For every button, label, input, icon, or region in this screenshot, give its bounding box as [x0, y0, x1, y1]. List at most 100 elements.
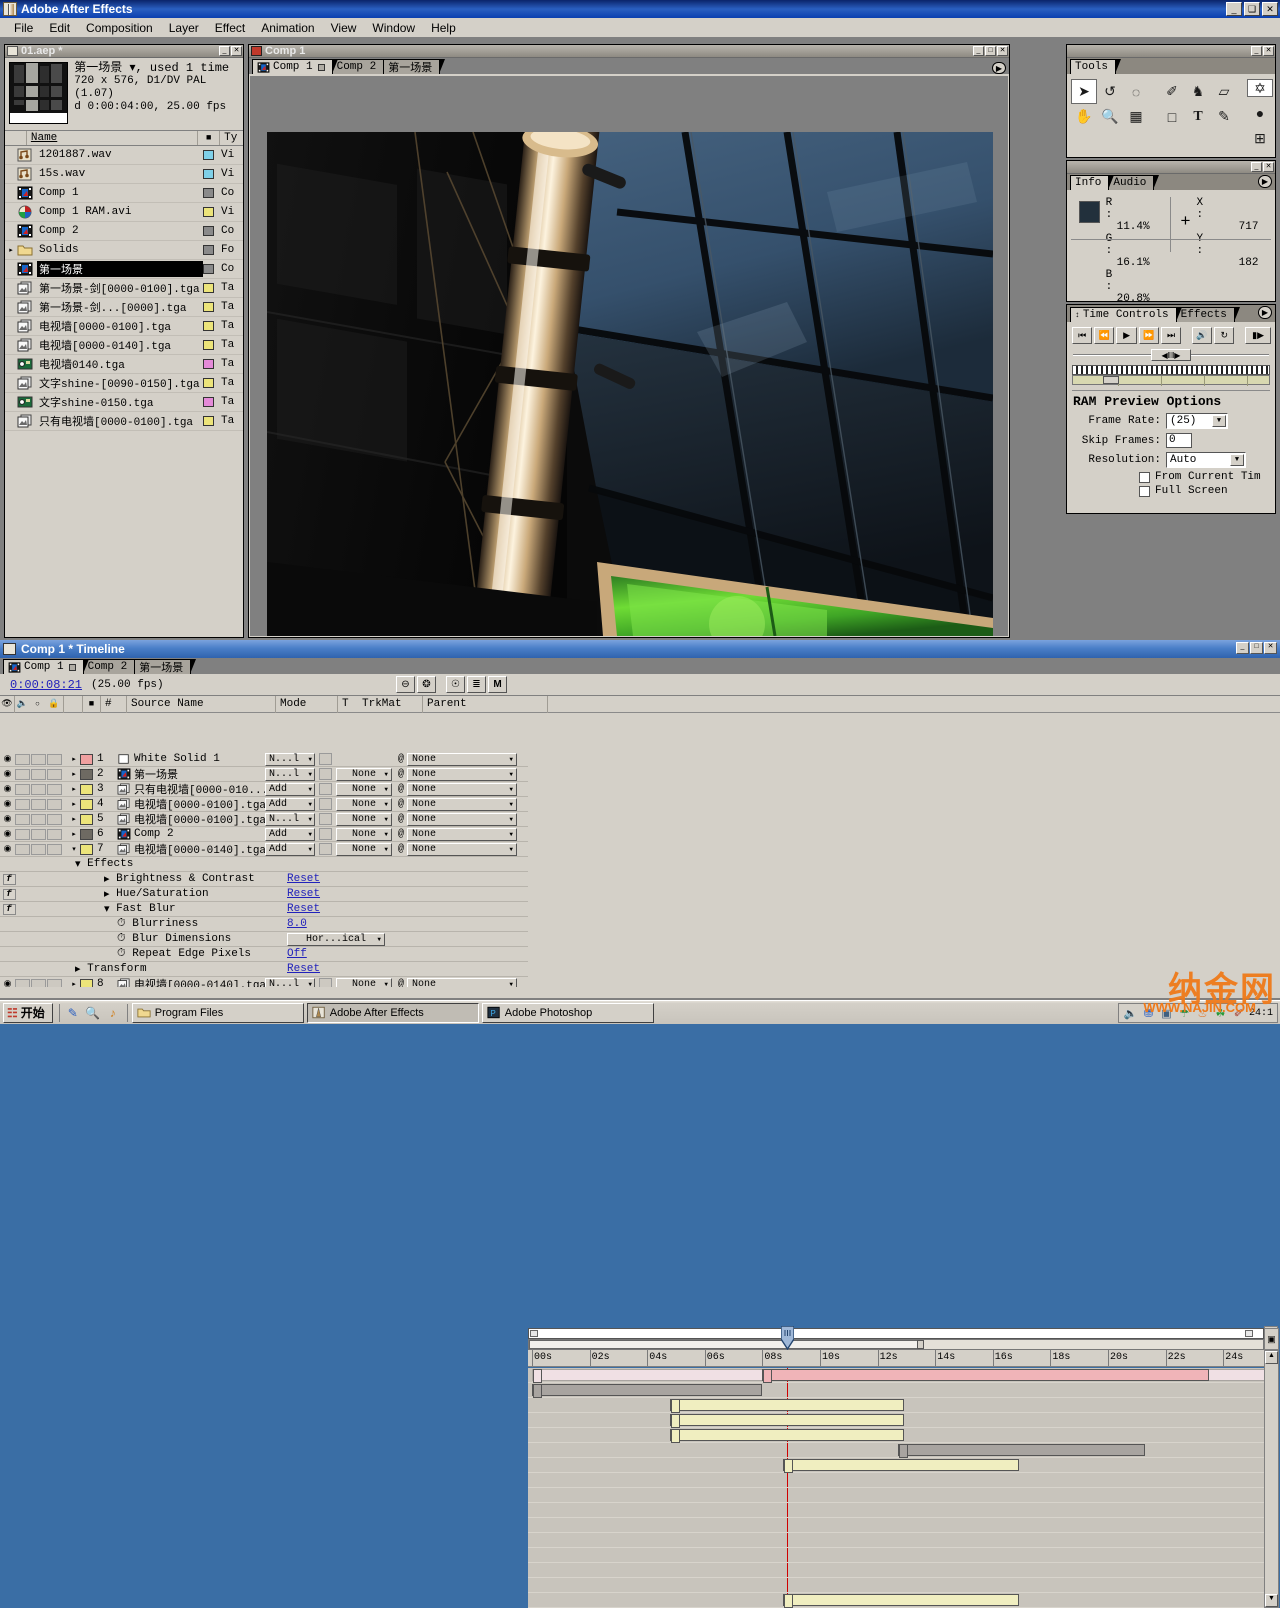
layer-label-color[interactable]: [80, 828, 93, 840]
transform-group-row[interactable]: ▸ Transform Reset: [0, 962, 528, 977]
lock-toggle-cell[interactable]: [47, 828, 62, 840]
mode-dropdown[interactable]: N...l ▼: [265, 977, 315, 987]
t-toggle-cell[interactable]: [319, 783, 332, 795]
lock-toggle-cell[interactable]: [47, 783, 62, 795]
timeline-vertical-scrollbar[interactable]: ▲ ▼: [1264, 1350, 1279, 1608]
t-toggle-cell[interactable]: [319, 753, 332, 765]
info-panel-menu-arrow[interactable]: ▶: [1258, 175, 1272, 188]
timeline-layer-row[interactable]: ◉ ▾ 7 电视墙[0000-0140].tga Add ▼ None ▼ @ None ▼: [0, 842, 528, 857]
timeline-minimize-button[interactable]: _: [1236, 642, 1249, 654]
project-list-item[interactable]: 第一场景-剑[0000-0100].tga Ta: [5, 279, 243, 298]
selection-tool[interactable]: ➤: [1071, 79, 1097, 104]
ellipse-mask-tool[interactable]: ●: [1247, 104, 1273, 122]
current-time-indicator[interactable]: [779, 1325, 795, 1351]
label-color-swatch[interactable]: [203, 321, 214, 331]
mode-dropdown[interactable]: N...l ▼: [265, 767, 315, 781]
disclosure-triangle-icon[interactable]: ▸: [68, 755, 80, 764]
full-screen-row[interactable]: Full Screen: [1067, 484, 1275, 498]
audio-toggle-cell[interactable]: [15, 768, 30, 780]
orbit-camera-tool[interactable]: ◌: [1123, 79, 1149, 104]
timeline-close-button[interactable]: ✕: [1264, 642, 1277, 654]
timeline-tab-bar[interactable]: Comp 1 Comp 2 第一场景: [0, 658, 1280, 675]
layer-bar[interactable]: [897, 1444, 1146, 1458]
project-list-item[interactable]: 电视墙[0000-0100].tga Ta: [5, 317, 243, 336]
parent-dropdown[interactable]: None ▼: [407, 827, 518, 841]
tab-comp-comp-1[interactable]: Comp 1: [252, 59, 338, 74]
rectangle-mask-tool[interactable]: □: [1159, 104, 1185, 129]
chevron-down-icon[interactable]: ▼: [509, 801, 513, 808]
layer-bar[interactable]: [670, 1429, 904, 1443]
taskbar-task[interactable]: Adobe After Effects: [306, 1002, 479, 1023]
zoom-tool[interactable]: 🔍: [1097, 104, 1123, 129]
visibility-eye-icon[interactable]: ◉: [0, 814, 15, 824]
parent-dropdown[interactable]: None ▼: [407, 797, 518, 811]
project-list-item[interactable]: 文字shine-[0090-0150].tga Ta: [5, 374, 243, 393]
hand-tool[interactable]: ✋: [1071, 104, 1097, 129]
layer-bar[interactable]: [532, 1384, 763, 1398]
type-tool[interactable]: T: [1185, 104, 1211, 129]
info-close-button[interactable]: ✕: [1263, 162, 1274, 172]
layer-source-name[interactable]: Comp 2: [117, 828, 265, 840]
frame-rate-select[interactable]: (25) ▼: [1166, 413, 1228, 429]
layer-label-color[interactable]: [80, 978, 93, 987]
label-color-swatch[interactable]: [203, 378, 214, 388]
col-lock-toggle[interactable]: 🔒: [45, 695, 64, 713]
menu-help[interactable]: Help: [423, 19, 464, 37]
loop-button[interactable]: ↻: [1214, 327, 1235, 344]
parent-dropdown[interactable]: None ▼: [407, 767, 518, 781]
layer-source-name[interactable]: 电视墙[0000-0140].tga: [117, 976, 265, 987]
disclosure-triangle-icon[interactable]: ▸: [68, 980, 80, 988]
stopwatch-icon[interactable]: ⏱: [117, 918, 126, 930]
previous-frame-button[interactable]: ⏪: [1094, 327, 1115, 344]
label-color-swatch[interactable]: [203, 359, 214, 369]
mode-dropdown[interactable]: Add ▼: [265, 842, 315, 856]
parent-dropdown[interactable]: None ▼: [407, 977, 518, 988]
layer-label-color[interactable]: [80, 798, 93, 810]
media-player-icon[interactable]: ♪: [103, 1003, 123, 1023]
layer-source-name[interactable]: 电视墙[0000-0100].tga: [117, 811, 265, 827]
chevron-down-icon[interactable]: ▼: [308, 756, 312, 763]
col-parent[interactable]: Parent: [423, 695, 548, 713]
t-toggle-cell[interactable]: [319, 813, 332, 825]
menu-effect[interactable]: Effect: [207, 19, 253, 37]
disclosure-triangle-icon[interactable]: ▸: [68, 785, 80, 794]
menu-composition[interactable]: Composition: [78, 19, 161, 37]
effect-property-row[interactable]: f ▸ Brightness & Contrast Reset: [0, 872, 528, 887]
label-color-swatch[interactable]: [203, 169, 214, 179]
stopwatch-icon[interactable]: ⏱: [117, 948, 126, 960]
comp-minimize-button[interactable]: _: [973, 46, 984, 56]
chevron-down-icon[interactable]: ▼: [509, 816, 513, 823]
timeline-toolbar[interactable]: ⊖ ❂ ☉ ≣ M: [396, 676, 509, 693]
layer-bar[interactable]: [782, 1459, 1019, 1473]
scroll-up-button[interactable]: ▲: [1265, 1351, 1278, 1364]
timeline-ruler[interactable]: 00s 02s 04s 06s 08s 10s 12s 14s 16s 18s 20s 22s 24s: [528, 1349, 1264, 1367]
solo-toggle-cell[interactable]: [31, 798, 46, 810]
disclosure-triangle-icon[interactable]: ▸: [68, 830, 80, 839]
audio-toggle-button[interactable]: 🔊: [1191, 327, 1213, 344]
last-frame-button[interactable]: ⏭: [1160, 327, 1182, 344]
trkmat-dropdown[interactable]: None ▼: [336, 812, 392, 826]
project-file-list[interactable]: 1201887.wav Vi 15s.wav Vi Comp 1 Co Comp 1 RAM…: [5, 146, 243, 614]
stopwatch-icon[interactable]: ⏱: [117, 933, 126, 945]
project-list-item[interactable]: 第一场景 Co: [5, 260, 243, 279]
parent-pickwhip-icon[interactable]: @: [398, 754, 404, 765]
parent-pickwhip-icon[interactable]: @: [398, 844, 404, 855]
chevron-down-icon[interactable]: ▼: [308, 816, 312, 823]
time-controls-tab-bar[interactable]: ↕ Time Controls Effects ▶: [1067, 305, 1275, 322]
layer-label-color[interactable]: [80, 843, 93, 855]
chevron-down-icon[interactable]: ▼: [1230, 454, 1244, 466]
close-button[interactable]: ✕: [1262, 2, 1278, 16]
chevron-down-icon[interactable]: ▼: [509, 981, 513, 988]
taskbar-task-list[interactable]: Program Files Adobe After Effects P Adobe P…: [131, 1002, 657, 1023]
lock-toggle-cell[interactable]: [47, 813, 62, 825]
audio-toggle-cell[interactable]: [15, 828, 30, 840]
chevron-down-icon[interactable]: ▼: [384, 801, 388, 808]
mode-dropdown[interactable]: N...l ▼: [265, 812, 315, 826]
project-list-item[interactable]: 电视墙[0000-0140].tga Ta: [5, 336, 243, 355]
label-color-swatch[interactable]: [203, 207, 214, 217]
chevron-down-icon[interactable]: ▼: [1212, 415, 1226, 427]
effect-enable-icon[interactable]: f: [2, 873, 16, 885]
volume-icon[interactable]: 🔈: [1123, 1006, 1138, 1021]
frame-blending-button[interactable]: ≣: [467, 676, 486, 693]
tab-close-icon[interactable]: [68, 663, 76, 671]
